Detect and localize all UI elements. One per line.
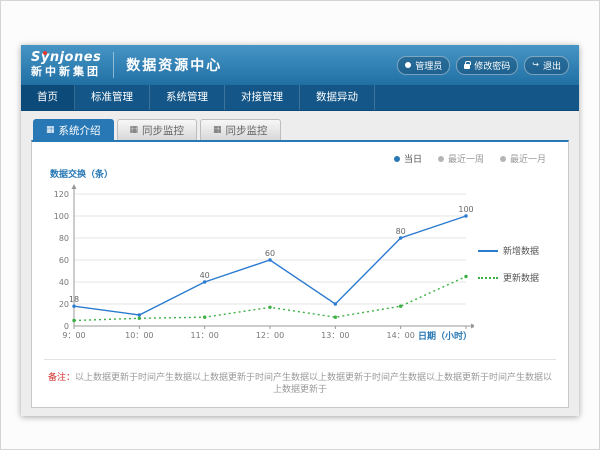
svg-text:60: 60 (59, 256, 69, 265)
grid-icon: ▦ (46, 126, 55, 135)
tab-bar: ▦系统介绍 ▦同步监控 ▦同步监控 (33, 119, 569, 140)
nav-item-system-mgmt[interactable]: 系统管理 (150, 85, 225, 110)
chart-row: 0 20 40 60 80 100 120 9：00 10：00 11：00 12：00 13：00 1… (44, 180, 556, 348)
footnote-text: 以上数据更新于时间产生数据以上数据更新于时间产生数据以上数据更新于时间产生数据以… (75, 373, 552, 396)
chart-panel: 当日 最近一周 最近一月 数据交换（条） 0 20 40 60 80 100 120 9：00… (31, 140, 569, 408)
legend-dot-icon (500, 156, 506, 162)
svg-text:12：00: 12：00 (256, 331, 284, 340)
filter-month-label: 最近一月 (510, 152, 546, 165)
tab-system-intro[interactable]: ▦ 系统介绍 (33, 119, 114, 140)
logo-text-cn: 新中新集团 (31, 66, 101, 79)
header-divider (113, 52, 114, 78)
line-chart: 0 20 40 60 80 100 120 9：00 10：00 11：00 12：00 13：00 1… (44, 180, 474, 348)
desktop-background: Synjones 新中新集团 数据资源中心 管理员 修改密码 ↪ 退出 首页 标准… (0, 0, 600, 450)
svg-text:0: 0 (64, 322, 69, 331)
logo-text-en: Synjones (31, 51, 101, 66)
chart-filter[interactable]: 最近一周 (438, 152, 484, 165)
lock-icon (464, 64, 470, 69)
tab-sync-monitor-2-label: 同步监控 (226, 123, 268, 138)
logout-button[interactable]: ↪ 退出 (524, 56, 569, 75)
footnote-label: 备注： (48, 373, 75, 383)
logout-label: 退出 (543, 59, 561, 72)
svg-text:11：00: 11：00 (190, 331, 218, 340)
legend-series-2-label: 更新数据 (503, 271, 539, 284)
grid-icon: ▦ (130, 126, 139, 135)
app-title: 数据资源中心 (126, 55, 222, 75)
svg-text:60: 60 (265, 249, 275, 258)
app-window: Synjones 新中新集团 数据资源中心 管理员 修改密码 ↪ 退出 首页 标准… (21, 45, 579, 416)
svg-text:日期（小时）: 日期（小时） (418, 330, 472, 342)
change-password-button[interactable]: 修改密码 (456, 56, 518, 75)
filter-today-label: 当日 (404, 152, 422, 165)
main-nav: 首页 标准管理 系统管理 对接管理 数据异动 (21, 85, 579, 111)
svg-text:120: 120 (54, 190, 69, 199)
footnote: 备注：以上数据更新于时间产生数据以上数据更新于时间产生数据以上数据更新于时间产生… (44, 359, 556, 397)
svg-text:80: 80 (59, 234, 69, 243)
svg-text:100: 100 (458, 205, 473, 214)
svg-text:40: 40 (200, 271, 210, 280)
content-area: ▦系统介绍 ▦同步监控 ▦同步监控 当日 最近一周 最近一月 数据交换（条） 0… (21, 111, 579, 416)
svg-text:100: 100 (54, 212, 69, 221)
user-icon (405, 62, 411, 68)
app-header: Synjones 新中新集团 数据资源中心 管理员 修改密码 ↪ 退出 (21, 45, 579, 85)
svg-text:13：00: 13：00 (321, 331, 349, 340)
legend-dot-icon (438, 156, 444, 162)
svg-text:10：00: 10：00 (125, 331, 153, 340)
logo-text-en-label: Synjones (31, 50, 101, 65)
chart-filter[interactable]: 当日 (394, 152, 422, 165)
legend-item: 新增数据 (478, 244, 539, 257)
svg-text:18: 18 (69, 295, 79, 304)
svg-text:14：00: 14：00 (386, 331, 414, 340)
logout-icon: ↪ (532, 61, 539, 69)
admin-user-button[interactable]: 管理员 (397, 56, 450, 75)
tab-sync-monitor-1[interactable]: ▦同步监控 (117, 119, 198, 140)
nav-item-data-change[interactable]: 数据异动 (300, 85, 375, 110)
grid-icon: ▦ (213, 126, 222, 135)
nav-item-home[interactable]: 首页 (21, 85, 75, 110)
tab-sync-monitor-2[interactable]: ▦ 同步监控 (200, 119, 281, 140)
svg-text:40: 40 (59, 278, 69, 287)
legend-series-1-label: 新增数据 (503, 244, 539, 257)
svg-text:80: 80 (396, 227, 406, 236)
line-swatch-icon (478, 277, 498, 279)
chart-legend: 新增数据 更新数据 (478, 244, 539, 284)
nav-item-connection-mgmt[interactable]: 对接管理 (225, 85, 300, 110)
chart-filter[interactable]: 最近一月 (500, 152, 546, 165)
legend-dot-icon (394, 156, 400, 162)
svg-text:20: 20 (59, 300, 69, 309)
legend-item: 更新数据 (478, 271, 539, 284)
nav-item-standard-mgmt[interactable]: 标准管理 (75, 85, 150, 110)
change-password-label: 修改密码 (474, 59, 510, 72)
admin-user-label: 管理员 (415, 59, 442, 72)
header-actions: 管理员 修改密码 ↪ 退出 (397, 56, 569, 75)
tab-system-intro-label: 系统介绍 (59, 123, 101, 138)
chart-filters: 当日 最近一周 最近一月 (44, 152, 546, 165)
tab-sync-monitor-1-label: 同步监控 (142, 123, 184, 138)
line-swatch-icon (478, 250, 498, 252)
filter-week-label: 最近一周 (448, 152, 484, 165)
logo: Synjones 新中新集团 (31, 51, 101, 79)
svg-text:9：00: 9：00 (62, 331, 85, 340)
y-axis-title: 数据交换（条） (50, 167, 556, 180)
